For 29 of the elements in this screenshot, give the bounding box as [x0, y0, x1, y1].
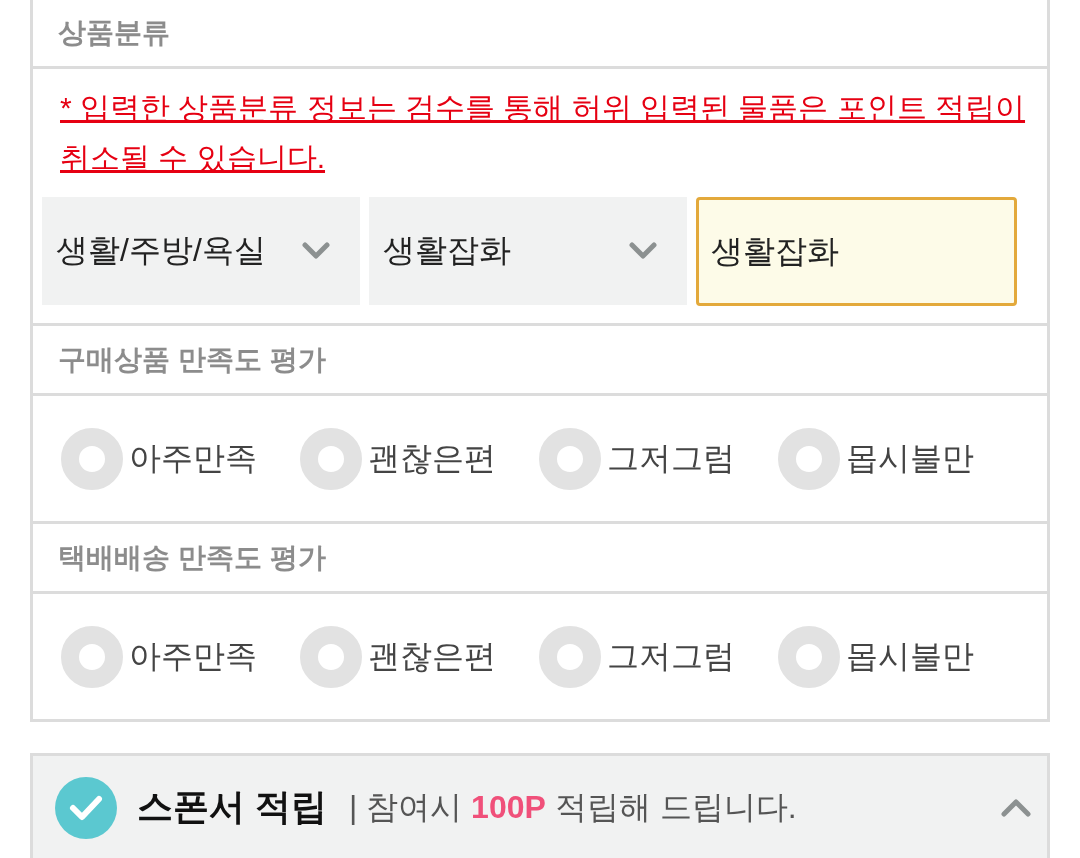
radio-option[interactable]: 괜찮은편 [300, 625, 539, 688]
chevron-icon[interactable] [1001, 797, 1031, 818]
radio-icon[interactable] [778, 427, 840, 490]
radio-icon[interactable] [61, 427, 123, 490]
category-select[interactable]: 생활/주방/욕실 [42, 197, 360, 305]
rating-title: 구매상품 만족도 평가 [58, 342, 326, 377]
category-input[interactable]: 생활잡화 [696, 197, 1017, 306]
rating-title: 택배배송 만족도 평가 [58, 540, 326, 575]
radio-option[interactable]: 그저그럼 [539, 625, 778, 688]
check-circle-icon[interactable] [55, 776, 117, 839]
radio-option[interactable]: 아주만족 [61, 427, 300, 490]
radio-option[interactable]: 아주만족 [61, 625, 300, 688]
section-title: 상품분류 [58, 16, 170, 50]
radio-icon[interactable] [778, 625, 840, 688]
radio-option[interactable]: 몹시불만 [778, 427, 1017, 490]
radio-icon[interactable] [539, 625, 601, 688]
radio-option[interactable]: 몹시불만 [778, 625, 1017, 688]
radio-icon[interactable] [539, 427, 601, 490]
caret-down-icon [302, 242, 330, 260]
radio-icon[interactable] [61, 625, 123, 688]
radio-option[interactable]: 그저그럼 [539, 427, 778, 490]
notice-text: * 입력한 상품분류 정보는 검수를 통해 허위 입력된 물품은 포인트 적립이 취소될 수 있습니다. [60, 91, 1026, 174]
radio-option[interactable]: 괜찮은편 [300, 427, 539, 490]
radio-icon[interactable] [300, 625, 362, 688]
sponsor-title: 스폰서 적립 [137, 785, 327, 829]
category-select[interactable]: 생활잡화 [369, 197, 687, 305]
sponsor-description: | 참여시 100P 적립해 드립니다. [349, 787, 797, 827]
caret-down-icon [629, 242, 657, 260]
radio-icon[interactable] [300, 427, 362, 490]
